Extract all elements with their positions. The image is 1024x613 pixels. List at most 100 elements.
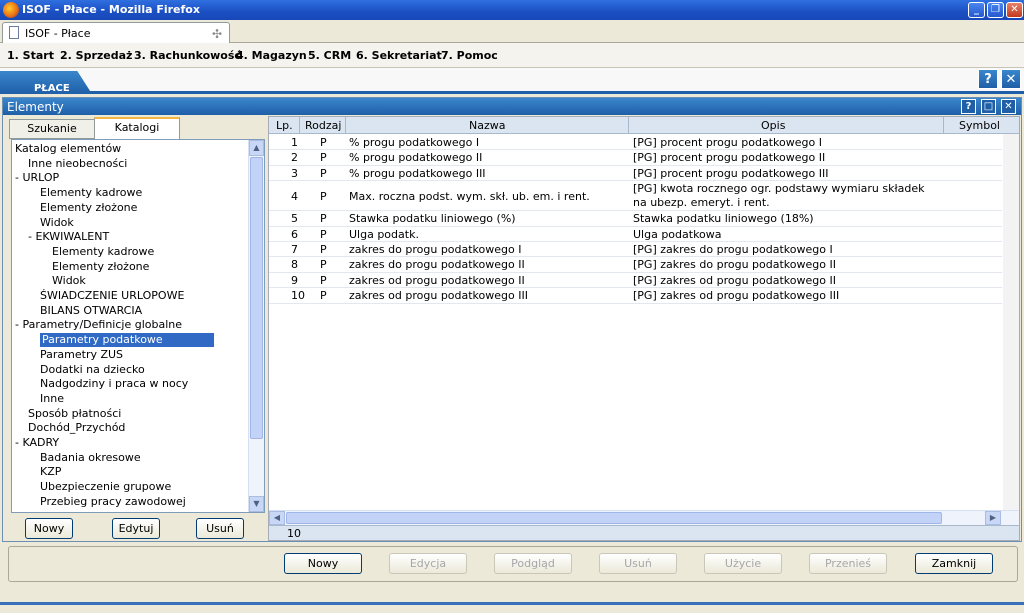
table-row[interactable]: 7 Pzakres do progu podatkowego I [PG] zakr… xyxy=(269,242,1002,258)
tree-scroll-thumb[interactable] xyxy=(250,157,263,439)
column-header-nazwa[interactable]: Nazwa xyxy=(469,119,505,132)
menu-item-start[interactable]: 1. Start xyxy=(7,49,54,62)
tree-node-label: Badania okresowe xyxy=(40,450,141,464)
grid-scroll-thumb[interactable] xyxy=(286,512,942,524)
tree-node-label: Parametry podatkowe xyxy=(42,333,163,347)
move-button[interactable]: Przenieś xyxy=(809,553,887,574)
edit-button[interactable]: Edycja xyxy=(389,553,467,574)
window-title: ISOF - Płace - Mozilla Firefox xyxy=(22,3,200,16)
tree-node[interactable]: - Parametry/Definicje globalne xyxy=(15,318,182,332)
cell-nazwa: zakres do progu podatkowego I xyxy=(349,243,522,256)
tree-node[interactable]: Inne nieobecności xyxy=(28,157,127,171)
cell-lp: 2 xyxy=(291,151,298,165)
tree-node[interactable]: Parametry ZUS xyxy=(40,348,123,362)
table-row[interactable]: 4 P Max. roczna podst. wym. skł. ub. em. i… xyxy=(269,181,1002,212)
cell-opis: [PG] zakres do progu podatkowego II xyxy=(633,258,836,272)
scroll-up-icon[interactable]: ▲ xyxy=(249,140,264,156)
grid-horizontal-scrollbar[interactable]: ◀ ▶ xyxy=(269,510,1019,525)
menu-item-sekretariat[interactable]: 6. Sekretariat xyxy=(356,49,442,62)
tree-node[interactable]: Przebieg pracy zawodowej xyxy=(40,495,186,509)
usage-button[interactable]: Użycie xyxy=(704,553,782,574)
elements-grid[interactable]: Lp. Rodzaj Nazwa Opis Symbol 1 P % progu p… xyxy=(268,116,1020,541)
tree-vertical-scrollbar[interactable]: ▲ ▼ xyxy=(248,140,264,512)
tree-node[interactable]: Parametry podatkowe xyxy=(40,333,214,348)
elementy-panel: Elementy ? □ ✕ Szukanie Katalogi Katalog… xyxy=(2,97,1022,542)
tree-node[interactable]: Sposób płatności xyxy=(28,407,121,421)
tab-szukanie[interactable]: Szukanie xyxy=(9,119,95,139)
tree-new-button[interactable]: Nowy xyxy=(25,518,73,539)
column-header-rodzaj[interactable]: Rodzaj xyxy=(305,119,341,132)
panel-close-icon[interactable]: ✕ xyxy=(1001,99,1016,114)
table-row[interactable]: 8 Pzakres do progu podatkowego II [PG] zak… xyxy=(269,257,1002,273)
tree-node[interactable]: Badania okresowe xyxy=(40,451,141,465)
scroll-down-icon[interactable]: ▼ xyxy=(249,496,264,512)
table-row[interactable]: 10 Pzakres od progu podatkowego III [PG] z… xyxy=(269,288,1002,304)
cell-nazwa: % progu podatkowego I xyxy=(349,136,480,149)
browser-tab[interactable]: ISOF - Płace ✣ xyxy=(2,22,230,43)
tree-node[interactable]: ŚWIADCZENIE URLOPOWE xyxy=(40,289,184,303)
menu-item-sprzedaz[interactable]: 2. Sprzedaż xyxy=(60,49,132,62)
column-header-opis[interactable]: Opis xyxy=(761,119,785,132)
tree-node[interactable]: - KADRY xyxy=(15,436,59,450)
catalog-tree[interactable]: Katalog elementów Inne nieobecności - URLO… xyxy=(11,139,265,513)
tree-node[interactable]: BILANS OTWARCIA xyxy=(40,304,142,318)
module-tab-place[interactable]: › PŁACE xyxy=(0,71,92,94)
tree-delete-button[interactable]: Usuń xyxy=(196,518,244,539)
tree-node-label: Widok xyxy=(40,215,74,229)
close-button[interactable]: Zamknij xyxy=(915,553,993,574)
table-row[interactable]: 5 P Stawka podatku liniowego (%) Stawka pod… xyxy=(269,211,1002,227)
panel-maximize-icon[interactable]: □ xyxy=(981,99,996,114)
tree-node-label: Parametry ZUS xyxy=(40,347,124,361)
close-module-icon[interactable]: ✕ xyxy=(1001,69,1021,89)
tree-node[interactable]: KZP xyxy=(40,465,61,479)
cell-opis: [PG] procent progu podatkowego III xyxy=(633,166,829,180)
cell-rodzaj: P xyxy=(320,166,327,180)
tree-node[interactable]: Widok xyxy=(52,274,86,288)
table-row[interactable]: 3 P % progu podatkowego III [PG] procent pr… xyxy=(269,166,1002,182)
tree-edit-button[interactable]: Edytuj xyxy=(112,518,160,539)
menu-item-magazyn[interactable]: 4. Magazyn xyxy=(236,49,307,62)
tree-node-label: Elementy kadrowe xyxy=(40,186,143,200)
scroll-left-icon[interactable]: ◀ xyxy=(269,511,285,525)
tree-node[interactable]: Dochód_Przychód xyxy=(28,421,125,435)
tree-node[interactable]: Katalog elementów xyxy=(15,142,121,156)
table-row[interactable]: 2 P % progu podatkowego II [PG] procent pro… xyxy=(269,150,1002,166)
delete-button[interactable]: Usuń xyxy=(599,553,677,574)
cell-lp: 7 xyxy=(291,243,298,256)
scroll-right-icon[interactable]: ▶ xyxy=(985,511,1001,525)
cell-lp: 5 xyxy=(291,212,298,226)
restore-icon[interactable]: ❐ xyxy=(987,2,1004,18)
panel-header: Elementy ? □ ✕ xyxy=(3,98,1021,115)
close-window-icon[interactable]: ✕ xyxy=(1006,2,1023,18)
cell-rodzaj: P xyxy=(320,136,327,149)
column-header-lp[interactable]: Lp. xyxy=(276,119,293,132)
panel-help-icon[interactable]: ? xyxy=(961,99,976,114)
tree-node-label: Ubezpieczenie grupowe xyxy=(40,480,172,494)
menu-item-crm[interactable]: 5. CRM xyxy=(308,49,351,62)
column-header-symbol[interactable]: Symbol xyxy=(959,119,1000,132)
menu-item-pomoc[interactable]: 7. Pomoc xyxy=(441,49,498,62)
tree-node[interactable]: Widok xyxy=(40,216,74,230)
tree-node[interactable]: Nadgodziny i praca w nocy xyxy=(40,377,188,391)
table-row[interactable]: 6 P Ulga podatk. Ulga podatkowa xyxy=(269,227,1002,242)
new-button[interactable]: Nowy xyxy=(284,553,362,574)
tree-node[interactable]: Elementy złożone xyxy=(40,201,137,215)
tree-node[interactable]: Inne xyxy=(40,392,64,406)
tree-node[interactable]: Elementy złożone xyxy=(52,260,149,274)
tree-node[interactable]: Elementy kadrowe xyxy=(40,186,142,200)
preview-button[interactable]: Podgląd xyxy=(494,553,572,574)
help-icon[interactable]: ? xyxy=(978,69,998,89)
tree-node[interactable]: Dodatki na dziecko xyxy=(40,363,145,377)
tree-node[interactable]: Elementy kadrowe xyxy=(52,245,154,259)
cell-opis: [PG] kwota rocznego ogr. podstawy wymiar… xyxy=(633,182,925,196)
grid-vertical-scrollbar[interactable] xyxy=(1003,134,1019,510)
tab-katalogi[interactable]: Katalogi xyxy=(94,117,180,139)
table-row[interactable]: 1 P % progu podatkowego I [PG] procent prog… xyxy=(269,135,1002,151)
tree-node[interactable]: - URLOP xyxy=(15,171,59,185)
new-tab-icon[interactable]: ✣ xyxy=(206,27,228,43)
table-row[interactable]: 9 Pzakres od progu podatkowego II [PG] zak… xyxy=(269,273,1002,289)
menu-item-rachunkowosc[interactable]: 3. Rachunkowość xyxy=(134,49,241,62)
tree-node[interactable]: - EKWIWALENT xyxy=(28,230,109,244)
minimize-icon[interactable]: _ xyxy=(968,2,985,18)
tree-node[interactable]: Ubezpieczenie grupowe xyxy=(40,480,171,494)
